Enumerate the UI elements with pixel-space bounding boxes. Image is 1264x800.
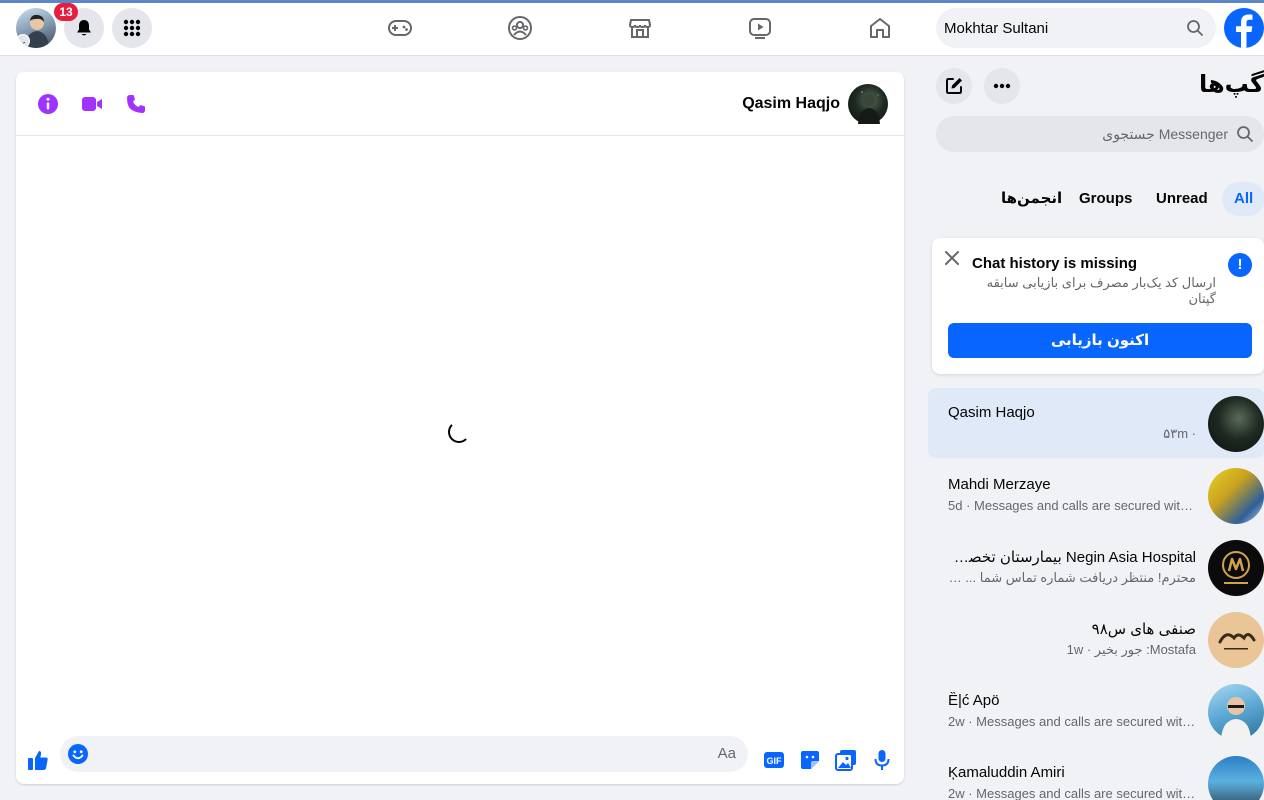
conversation-item[interactable]: صنفی های س۹۸ Mostafa: جور بخیر · 1w: [928, 604, 1264, 674]
search-icon[interactable]: [1186, 19, 1204, 37]
conversation-name: Ȅ|ć Apö: [948, 692, 1000, 709]
marketplace-icon: [628, 19, 652, 38]
top-navigation-bar: ⌄ 13: [0, 0, 1264, 56]
conversation-avatar: [1208, 684, 1264, 740]
video-call-button[interactable]: [80, 92, 104, 116]
chevron-down-icon: ⌄: [16, 34, 30, 48]
info-icon: [38, 94, 58, 114]
conversation-avatar: [1208, 612, 1264, 668]
microphone-icon: [874, 750, 890, 770]
conversation-meta: 2w · Messages and calls are secured with…: [948, 714, 1196, 729]
facebook-f-icon: [1236, 14, 1253, 48]
phone-icon: [127, 95, 145, 113]
chats-title: گپ‌ها: [1198, 71, 1264, 98]
bell-icon: [77, 20, 91, 36]
conversation-meta: Mostafa: جور بخیر · 1w: [1066, 642, 1196, 657]
sticker-button[interactable]: [798, 748, 822, 772]
conversation-header: Qasim Haqjo: [16, 72, 904, 136]
chat-history-notice: Chat history is missing ارسال کد یک‌بار …: [932, 238, 1264, 374]
home-tab[interactable]: [866, 14, 894, 42]
messenger-search-placeholder: جستجوی Messenger: [1102, 126, 1228, 142]
marketplace-tab[interactable]: [626, 14, 654, 42]
menu-button[interactable]: [112, 8, 152, 48]
gif-icon: GIF: [764, 752, 784, 768]
loading-spinner: [448, 421, 470, 443]
emoji-button[interactable]: [66, 742, 90, 766]
close-icon[interactable]: [944, 250, 960, 266]
conversation-avatar: [1208, 756, 1264, 800]
filter-all[interactable]: All: [1222, 182, 1264, 216]
account-avatar[interactable]: ⌄: [16, 8, 56, 48]
message-composer: Aa GIF: [16, 736, 904, 784]
conversation-name: Qasim Haqjo: [948, 404, 1035, 421]
like-button[interactable]: [26, 748, 50, 772]
more-options-icon: [993, 83, 1011, 89]
image-icon: [835, 750, 856, 771]
groups-tab[interactable]: [506, 14, 534, 42]
options-button[interactable]: [984, 68, 1020, 104]
filter-communities[interactable]: انجمن‌ها: [989, 182, 1074, 216]
restore-now-button[interactable]: اکنون بازیابی: [948, 323, 1252, 358]
contact-avatar[interactable]: [848, 84, 888, 124]
conversation-contact-name[interactable]: Qasim Haqjo: [742, 95, 840, 113]
message-input[interactable]: Aa: [60, 736, 748, 772]
conversation-meta: محترم! منتظر دریافت شماره تماس شما ... ·…: [948, 570, 1196, 585]
contact-photo: [858, 91, 880, 124]
conversation-item[interactable]: Qasim Haqjo ۵۳m ·: [928, 388, 1264, 458]
search-icon: [1237, 126, 1253, 142]
conversation-name: صنفی های س۹۸: [1091, 621, 1196, 638]
svg-text:GIF: GIF: [767, 756, 783, 766]
new-message-button[interactable]: [936, 68, 972, 104]
facebook-logo[interactable]: [1224, 8, 1264, 48]
notice-title: Chat history is missing: [972, 255, 1138, 272]
conversation-meta: 2w · Messages and calls are secured with…: [948, 786, 1196, 800]
home-icon: [870, 18, 890, 38]
notification-count-badge: 13: [54, 3, 78, 21]
gaming-tab[interactable]: [386, 14, 414, 42]
search-input[interactable]: [944, 8, 1174, 48]
video-icon: [749, 18, 771, 39]
grid-menu-icon: [123, 19, 141, 37]
conversation-name: Mahdi Merzaye: [948, 476, 1051, 493]
search-box: [936, 8, 1216, 48]
conversation-meta: ۵۳m ·: [1163, 426, 1196, 441]
video-call-icon: [82, 97, 102, 111]
conversation-item[interactable]: Mahdi Merzaye 5d · Messages and calls ar…: [928, 460, 1264, 530]
message-input-placeholder: Aa: [717, 745, 736, 762]
gif-button[interactable]: GIF: [762, 748, 786, 772]
sticker-icon: [801, 751, 819, 769]
conversation-avatar: [1208, 540, 1264, 596]
conversation-item[interactable]: Ķamaluddin Amiri 2w · Messages and calls…: [928, 748, 1264, 800]
groups-icon: [508, 16, 532, 40]
contact-photo: [1221, 697, 1251, 740]
conversation-item[interactable]: Negin Asia Hospital بیمارستان تخصصی و مع…: [928, 532, 1264, 602]
like-icon: [28, 751, 48, 770]
conversation-info-button[interactable]: [36, 92, 60, 116]
image-button[interactable]: [834, 748, 858, 772]
conversation-name: Negin Asia Hospital بیمارستان تخصصی و مع…: [948, 549, 1196, 566]
hospital-logo: [1222, 551, 1250, 584]
conversation-item[interactable]: Ȅ|ć Apö 2w · Messages and calls are secu…: [928, 676, 1264, 746]
messenger-search-box[interactable]: جستجوی Messenger: [936, 116, 1264, 152]
filter-groups[interactable]: Groups: [1067, 182, 1144, 216]
compose-icon: [946, 78, 962, 94]
emoji-icon: [68, 744, 88, 764]
conversation-name: Ķamaluddin Amiri: [948, 764, 1065, 781]
conversation-panel: Qasim Haqjo Aa GIF: [16, 72, 904, 784]
audio-call-button[interactable]: [124, 92, 148, 116]
gaming-icon: [388, 20, 412, 36]
alert-icon: !: [1228, 253, 1252, 277]
video-tab[interactable]: [746, 14, 774, 42]
voice-clip-button[interactable]: [870, 748, 894, 772]
group-logo: [1218, 633, 1256, 650]
conversation-avatar: [1208, 468, 1264, 524]
notice-description: ارسال کد یک‌بار مصرف برای بازیابی سابقه …: [986, 275, 1216, 306]
filter-unread[interactable]: Unread: [1144, 182, 1220, 216]
conversation-avatar: [1208, 396, 1264, 452]
conversation-meta: 5d · Messages and calls are secured with…: [948, 498, 1196, 513]
